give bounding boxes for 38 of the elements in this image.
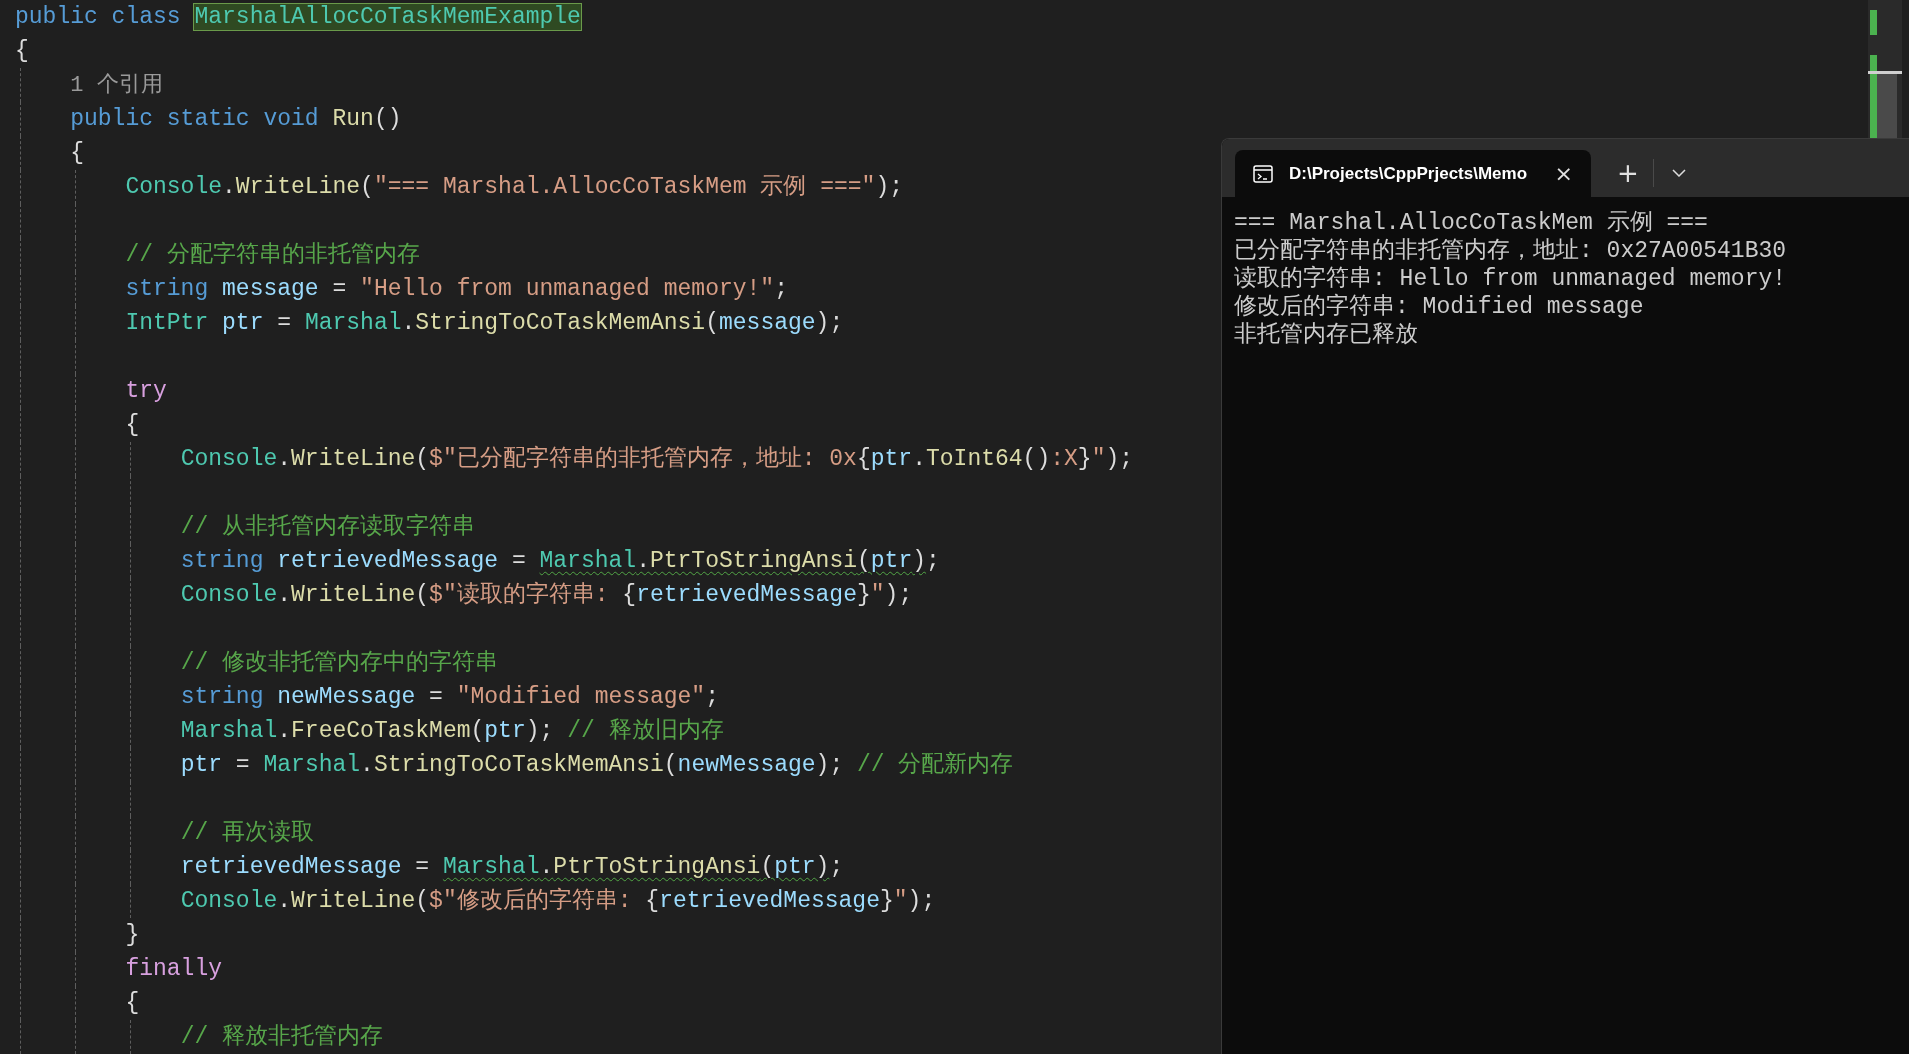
code-line: Console.WriteLine($"读取的字符串: {retrievedMessage}"); — [180, 582, 913, 608]
code-line: public class MarshalAllocCoTaskMemExample — [15, 4, 581, 30]
chevron-down-icon[interactable] — [1671, 169, 1686, 177]
code-line: string newMessage = "Modified message"; — [180, 684, 719, 710]
new-tab-button[interactable]: + — [1609, 160, 1647, 186]
tab-title: D:\Projects\CppPrjects\Memo — [1289, 163, 1529, 184]
code-line: // 再次读取 — [180, 820, 315, 846]
code-line: IntPtr ptr = Marshal.StringToCoTaskMemAnsi(message); — [125, 310, 844, 336]
code-line: finally — [125, 956, 223, 982]
code-line: // 修改非托管内存中的字符串 — [180, 650, 499, 676]
code-line: Console.WriteLine("=== Marshal.AllocCoTaskMem 示例 ==="); — [125, 174, 903, 200]
output-line: 已分配字符串的非托管内存，地址: 0x27A00541B30 — [1234, 237, 1788, 265]
code-line: string retrievedMessage = Marshal.PtrToStringAnsi(ptr); — [180, 548, 940, 574]
code-line: ptr = Marshal.StringToCoTaskMemAnsi(newMessage); // 分配新内存 — [180, 752, 1014, 778]
code-line: Console.WriteLine($"已分配字符串的非托管内存，地址: 0x{ptr.ToInt64():X}"); — [180, 446, 1134, 472]
code-line: { — [70, 140, 84, 166]
output-line: 修改后的字符串: Modified message — [1234, 293, 1645, 321]
output-line: === Marshal.AllocCoTaskMem 示例 === — [1234, 209, 1709, 237]
code-line: // 从非托管内存读取字符串 — [180, 514, 476, 540]
code-line: retrievedMessage = Marshal.PtrToStringAnsi(ptr); — [180, 854, 844, 880]
scrollbar[interactable] — [1868, 0, 1902, 138]
code-line: Marshal.FreeCoTaskMem(ptr); // 释放旧内存 — [180, 718, 724, 744]
code-line: // 分配字符串的非托管内存 — [125, 242, 420, 268]
terminal-tab[interactable]: D:\Projects\CppPrjects\Memo × — [1235, 150, 1591, 197]
code-line: public static void Run() — [70, 106, 402, 132]
code-line: { — [125, 990, 140, 1016]
code-line: try — [125, 378, 167, 404]
code-line: Console.WriteLine($"修改后的字符串: {retrievedMessage}"); — [180, 888, 936, 914]
output-line: 读取的字符串: Hello from unmanaged memory! — [1234, 265, 1788, 293]
code-line: { — [15, 38, 29, 64]
terminal-icon — [1253, 164, 1273, 183]
output-line: 非托管内存已释放 — [1234, 321, 1419, 349]
reference-count-link[interactable]: 1 个引用 — [70, 73, 163, 98]
code-line: // 释放非托管内存 — [180, 1024, 384, 1050]
code-line: string message = "Hello from unmanaged memory!"; — [125, 276, 788, 302]
close-tab-button[interactable]: × — [1550, 162, 1577, 185]
code-line: { — [125, 412, 140, 438]
code-line: } — [125, 922, 140, 948]
